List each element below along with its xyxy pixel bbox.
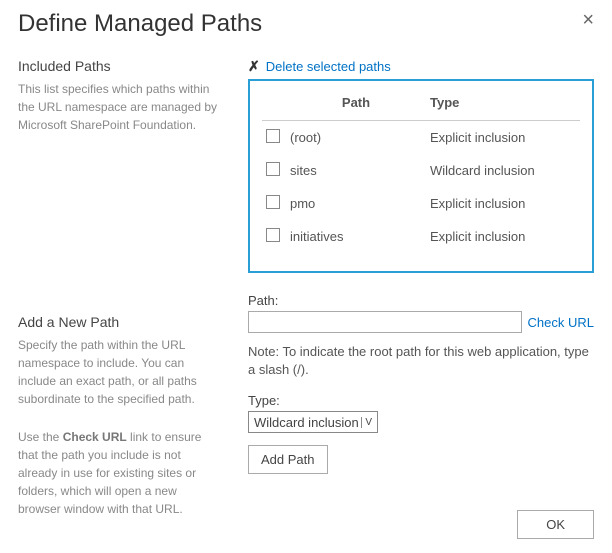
path-label: Path: [248, 293, 594, 308]
ok-button[interactable]: OK [517, 510, 594, 539]
add-path-heading: Add a New Path [18, 314, 218, 330]
check-url-link[interactable]: Check URL [528, 315, 594, 330]
add-path-desc-2: Use the Check URL link to ensure that th… [18, 428, 218, 518]
type-select[interactable]: Wildcard inclusion V [248, 411, 378, 433]
row-type: Wildcard inclusion [426, 154, 580, 187]
col-header-type: Type [426, 89, 580, 121]
table-row: sites Wildcard inclusion [262, 154, 580, 187]
included-paths-heading: Included Paths [18, 58, 218, 74]
row-type: Explicit inclusion [426, 187, 580, 220]
row-checkbox[interactable] [266, 162, 280, 176]
row-type: Explicit inclusion [426, 121, 580, 155]
row-path: pmo [286, 187, 426, 220]
row-path: initiatives [286, 220, 426, 253]
add-path-desc-1: Specify the path within the URL namespac… [18, 336, 218, 408]
paths-table-container: Path Type (root) Explicit inclusion site… [248, 79, 594, 273]
table-row: (root) Explicit inclusion [262, 121, 580, 155]
type-select-value: Wildcard inclusion [251, 415, 361, 430]
path-input[interactable] [248, 311, 522, 333]
table-row: initiatives Explicit inclusion [262, 220, 580, 253]
row-checkbox[interactable] [266, 195, 280, 209]
col-header-path: Path [286, 89, 426, 121]
row-checkbox[interactable] [266, 228, 280, 242]
close-icon[interactable]: × [582, 10, 594, 30]
row-checkbox[interactable] [266, 129, 280, 143]
path-note: Note: To indicate the root path for this… [248, 343, 594, 379]
row-type: Explicit inclusion [426, 220, 580, 253]
add-path-button[interactable]: Add Path [248, 445, 328, 474]
type-label: Type: [248, 393, 594, 408]
row-path: sites [286, 154, 426, 187]
included-paths-desc: This list specifies which paths within t… [18, 80, 218, 134]
page-title: Define Managed Paths [18, 10, 262, 38]
table-row: pmo Explicit inclusion [262, 187, 580, 220]
row-path: (root) [286, 121, 426, 155]
delete-selected-link[interactable]: Delete selected paths [266, 59, 391, 74]
delete-icon: ✗ [248, 58, 260, 75]
chevron-down-icon: V [361, 417, 375, 428]
